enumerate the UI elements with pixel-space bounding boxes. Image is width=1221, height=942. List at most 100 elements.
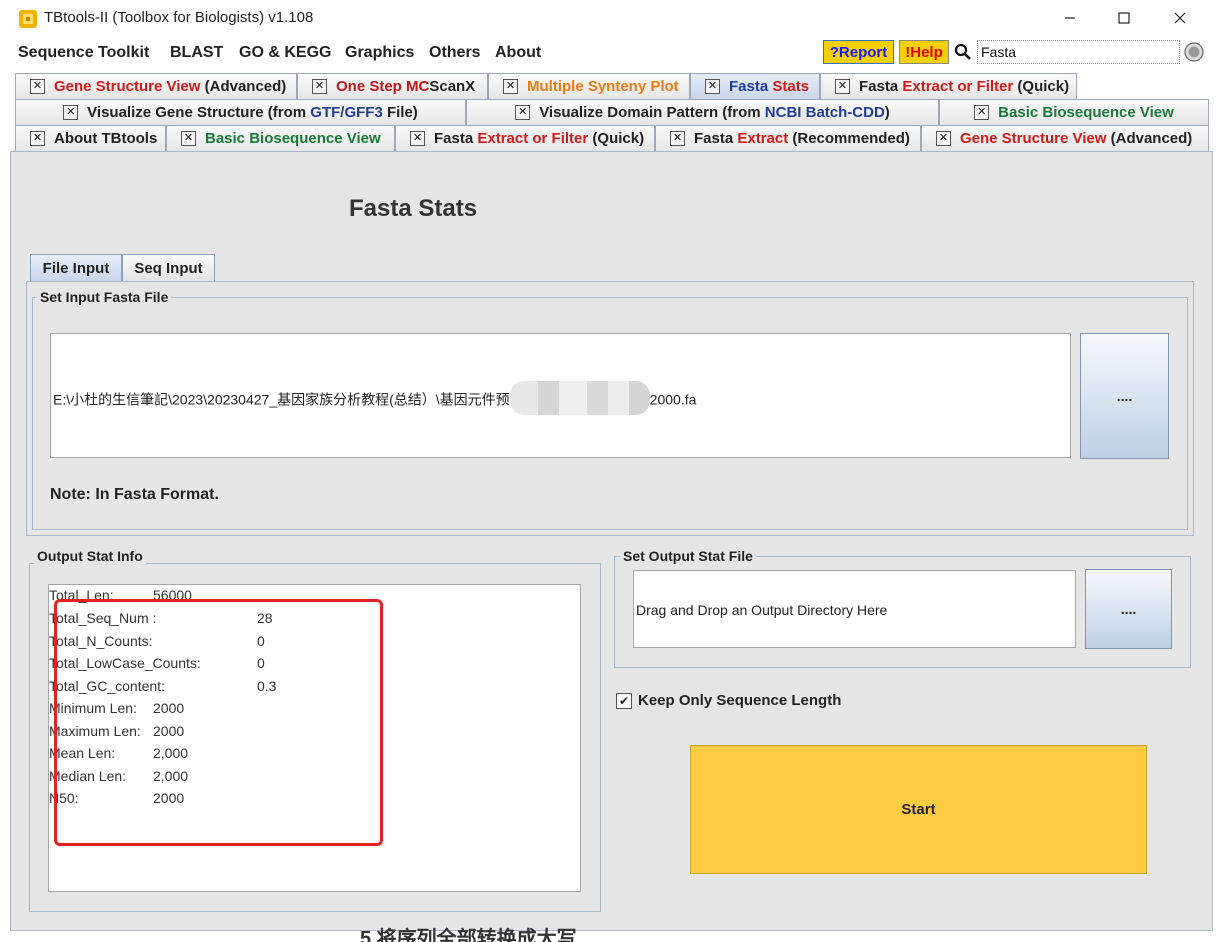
tab-label-part: ScanX bbox=[429, 78, 476, 95]
tab-row3-2[interactable]: ✕ Fasta Extract or Filter (Quick) bbox=[395, 125, 655, 151]
stat-value: 28 bbox=[257, 610, 273, 626]
input-file-path-field[interactable]: E:\小杜的生信筆記\2023\20230427_基因家族分析教程(总结）\基因… bbox=[50, 333, 1071, 458]
close-tab-icon[interactable]: ✕ bbox=[63, 105, 79, 120]
tab-row3-1[interactable]: ✕ Basic Biosequence View bbox=[166, 125, 395, 151]
close-tab-icon[interactable]: ✕ bbox=[410, 131, 425, 146]
menu-about[interactable]: About bbox=[495, 44, 541, 62]
browse-output-button[interactable]: .... bbox=[1085, 569, 1172, 649]
output-stat-textarea[interactable]: Total_Len: 56000 Total_Seq_Num : 28 Total_N_… bbox=[48, 584, 581, 892]
tab-label-part: Visualize Gene Structure (from bbox=[87, 104, 311, 121]
check-icon: ✔ bbox=[618, 694, 630, 708]
stat-value: 2,000 bbox=[153, 745, 189, 761]
tab-label-part: Extract or Filter bbox=[477, 130, 589, 147]
stat-value: 2000 bbox=[153, 790, 185, 806]
stat-label: Total_LowCase_Counts: bbox=[49, 655, 201, 671]
stat-row: Total_Seq_Num : 28 bbox=[49, 610, 569, 628]
close-tab-icon[interactable]: ✕ bbox=[181, 131, 196, 146]
tab-label-part: Multiple Synteny Plot bbox=[527, 78, 679, 95]
tab-row3-4[interactable]: ✕ Gene Structure View (Advanced) bbox=[921, 125, 1209, 151]
stat-value: 2,000 bbox=[153, 768, 189, 784]
page-title: Fasta Stats bbox=[349, 195, 478, 222]
search-input[interactable] bbox=[977, 40, 1180, 64]
menu-others[interactable]: Others bbox=[429, 44, 481, 62]
report-button[interactable]: ?Report bbox=[823, 40, 894, 64]
tab-label-part: (Advanced) bbox=[1106, 130, 1193, 147]
stat-label: Total_Len: bbox=[49, 587, 114, 603]
tab-row1-2[interactable]: ✕ Multiple Synteny Plot bbox=[488, 73, 690, 99]
close-tab-icon[interactable]: ✕ bbox=[835, 79, 850, 94]
tab-label-part: Basic Biosequence View bbox=[205, 130, 381, 147]
stat-row: Total_N_Counts: 0 bbox=[49, 633, 569, 651]
tab-label-part: Gene Structure View bbox=[960, 130, 1107, 147]
theme-toggle-icon[interactable] bbox=[1183, 41, 1205, 63]
tab-row2-2[interactable]: ✕ Basic Biosequence View bbox=[939, 99, 1209, 125]
subtab-seq-input[interactable]: Seq Input bbox=[122, 254, 215, 282]
menu-graphics[interactable]: Graphics bbox=[345, 44, 414, 62]
stat-row: Minimum Len: 2000 bbox=[49, 700, 569, 718]
tab-row1-4[interactable]: ✕ Fasta Extract or Filter (Quick) bbox=[820, 73, 1077, 99]
stat-row: Total_LowCase_Counts: 0 bbox=[49, 655, 569, 673]
tab-label-part: Fasta bbox=[729, 78, 773, 95]
tab-row1-1[interactable]: ✕ One Step MC ScanX bbox=[297, 73, 488, 99]
start-button[interactable]: Start bbox=[690, 745, 1147, 874]
stat-label: Total_N_Counts: bbox=[49, 633, 153, 649]
tab-label-part: (Advanced) bbox=[200, 78, 287, 95]
subtab-file-input[interactable]: File Input bbox=[30, 254, 122, 282]
close-tab-icon[interactable]: ✕ bbox=[705, 79, 720, 94]
input-file-path-prefix: E:\小杜的生信筆記\2023\20230427_基因家族分析教程(总结）\基因… bbox=[53, 391, 510, 408]
close-tab-icon[interactable]: ✕ bbox=[312, 79, 327, 94]
close-window-button[interactable] bbox=[1158, 4, 1202, 32]
stat-label: Minimum Len: bbox=[49, 700, 137, 716]
keep-length-checkbox[interactable]: ✔ bbox=[616, 693, 632, 709]
tab-label-part: Visualize Domain Pattern (from bbox=[539, 104, 765, 121]
tab-row1-3[interactable]: ✕ Fasta Stats bbox=[690, 73, 820, 99]
minimize-icon bbox=[1065, 17, 1075, 19]
input-fasta-group-label: Set Input Fasta File bbox=[37, 289, 172, 305]
stat-value: 0.3 bbox=[257, 678, 277, 694]
tab-label-part: Fasta bbox=[434, 130, 478, 147]
minimize-button[interactable] bbox=[1048, 4, 1092, 32]
close-tab-icon[interactable]: ✕ bbox=[974, 105, 990, 120]
stat-row: Median Len: 2,000 bbox=[49, 768, 569, 786]
help-button[interactable]: !Help bbox=[899, 40, 949, 64]
tab-label-part: Fasta bbox=[694, 130, 738, 147]
tab-label-part: (Quick) bbox=[1013, 78, 1070, 95]
title-bar: TBtools-II (Toolbox for Biologists) v1.1… bbox=[0, 0, 1221, 36]
close-tab-icon[interactable]: ✕ bbox=[515, 105, 531, 120]
close-tab-icon[interactable]: ✕ bbox=[670, 131, 685, 146]
tab-label-part: ) bbox=[884, 104, 890, 121]
stat-label: Mean Len: bbox=[49, 745, 116, 761]
stat-label: Total_Seq_Num : bbox=[49, 610, 157, 626]
menu-blast[interactable]: BLAST bbox=[170, 44, 223, 62]
stat-label: N50: bbox=[49, 790, 79, 806]
menu-sequence-toolkit[interactable]: Sequence Toolkit bbox=[18, 44, 149, 62]
keep-length-label[interactable]: Keep Only Sequence Length bbox=[638, 692, 841, 709]
maximize-button[interactable] bbox=[1102, 4, 1146, 32]
input-file-path: E:\小杜的生信筆記\2023\20230427_基因家族分析教程(总结）\基因… bbox=[53, 381, 696, 415]
tab-label-part: Stats bbox=[772, 78, 810, 95]
window-title: TBtools-II (Toolbox for Biologists) v1.1… bbox=[44, 9, 314, 26]
search-icon bbox=[954, 43, 971, 60]
close-tab-icon[interactable]: ✕ bbox=[503, 79, 518, 94]
tab-label-part: About TBtools bbox=[54, 130, 158, 147]
tab-row1-0[interactable]: ✕ Gene Structure View (Advanced) bbox=[15, 73, 297, 99]
tab-row3-0[interactable]: ✕ About TBtools bbox=[15, 125, 166, 151]
output-directory-dropzone[interactable]: Drag and Drop an Output Directory Here bbox=[633, 570, 1076, 648]
stat-row: Mean Len: 2,000 bbox=[49, 745, 569, 763]
stat-value: 2000 bbox=[153, 700, 185, 716]
stat-value: 56000 bbox=[153, 587, 192, 603]
tab-label-part: GTF/GFF3 bbox=[310, 104, 383, 121]
close-icon bbox=[1174, 12, 1186, 24]
close-tab-icon[interactable]: ✕ bbox=[30, 131, 45, 146]
dropzone-placeholder: Drag and Drop an Output Directory Here bbox=[636, 602, 888, 618]
tab-row3-3[interactable]: ✕ Fasta Extract (Recommended) bbox=[655, 125, 921, 151]
close-tab-icon[interactable]: ✕ bbox=[30, 79, 45, 94]
close-tab-icon[interactable]: ✕ bbox=[936, 131, 951, 146]
stat-row: Total_GC_content: 0.3 bbox=[49, 678, 569, 696]
tab-row2-0[interactable]: ✕ Visualize Gene Structure (from GTF/GFF3… bbox=[15, 99, 466, 125]
tab-label-part: Fasta bbox=[859, 78, 903, 95]
menu-go-kegg[interactable]: GO & KEGG bbox=[239, 44, 331, 62]
tab-row2-1[interactable]: ✕ Visualize Domain Pattern (from NCBI Bat… bbox=[466, 99, 939, 125]
browse-input-button[interactable]: .... bbox=[1080, 333, 1169, 459]
maximize-icon bbox=[1118, 12, 1130, 24]
